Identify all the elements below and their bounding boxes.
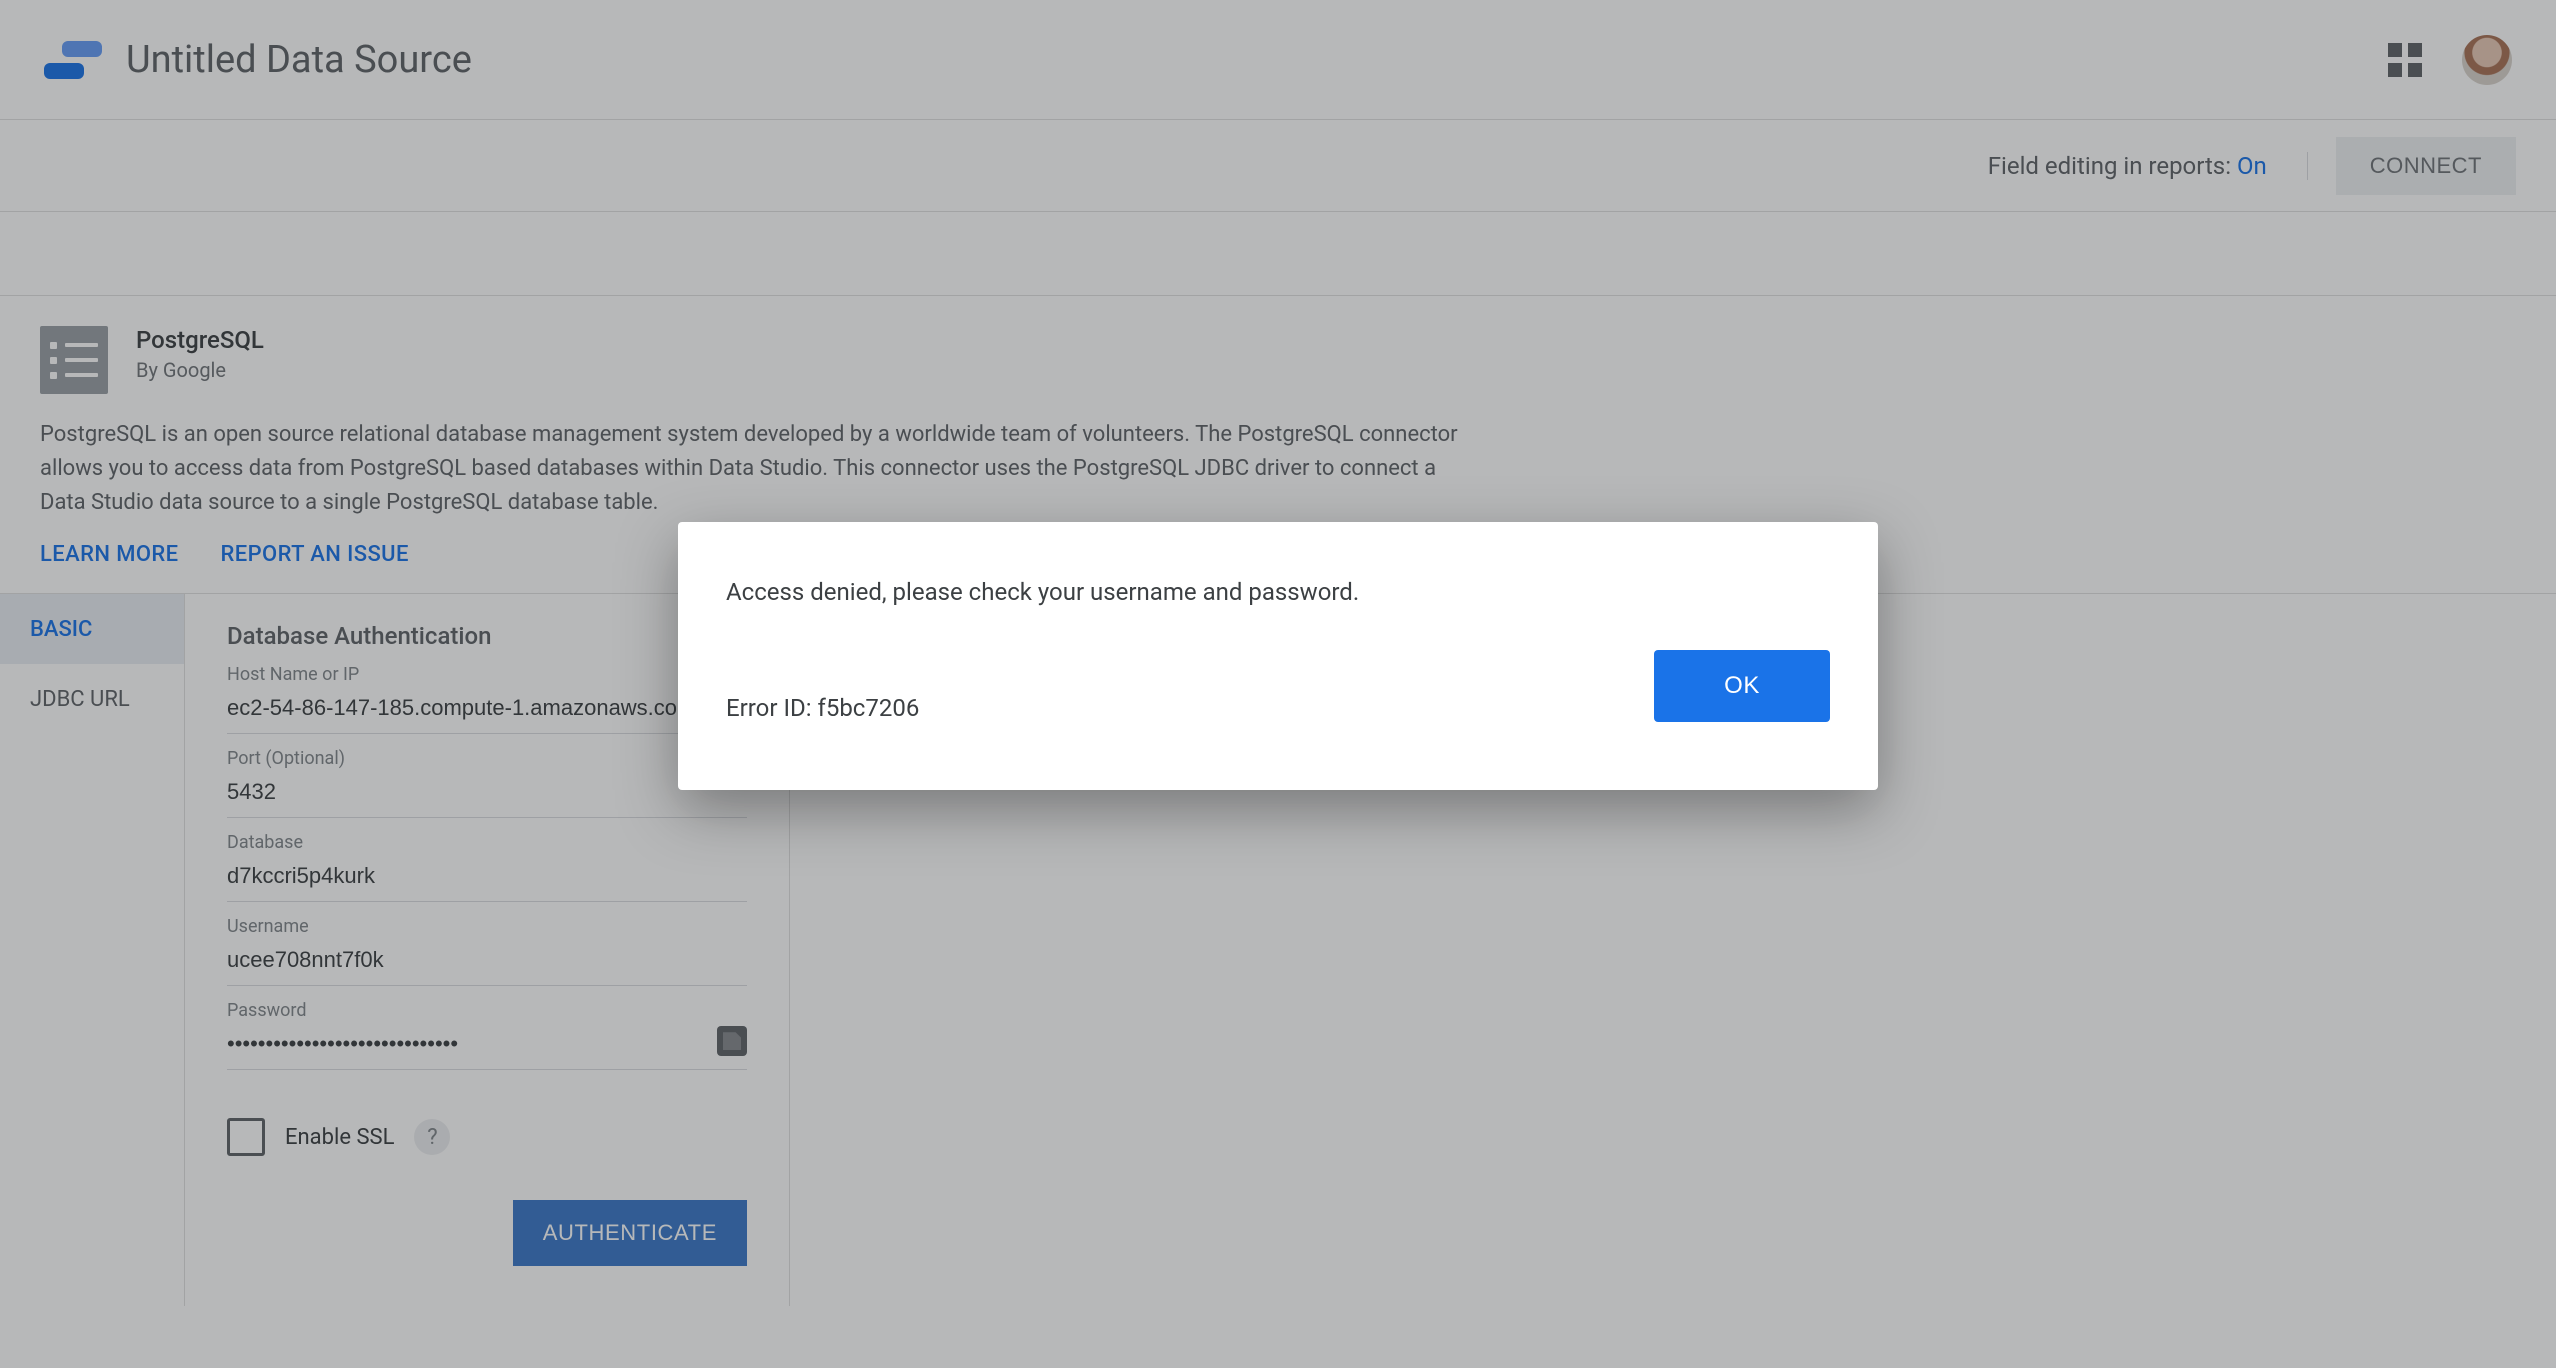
dialog-error-id: Error ID: f5bc7206: [726, 694, 919, 722]
modal-overlay: Access denied, please check your usernam…: [0, 0, 2556, 1368]
dialog-message: Access denied, please check your usernam…: [726, 578, 1830, 606]
ok-button[interactable]: OK: [1654, 650, 1830, 722]
error-dialog: Access denied, please check your usernam…: [678, 522, 1878, 790]
